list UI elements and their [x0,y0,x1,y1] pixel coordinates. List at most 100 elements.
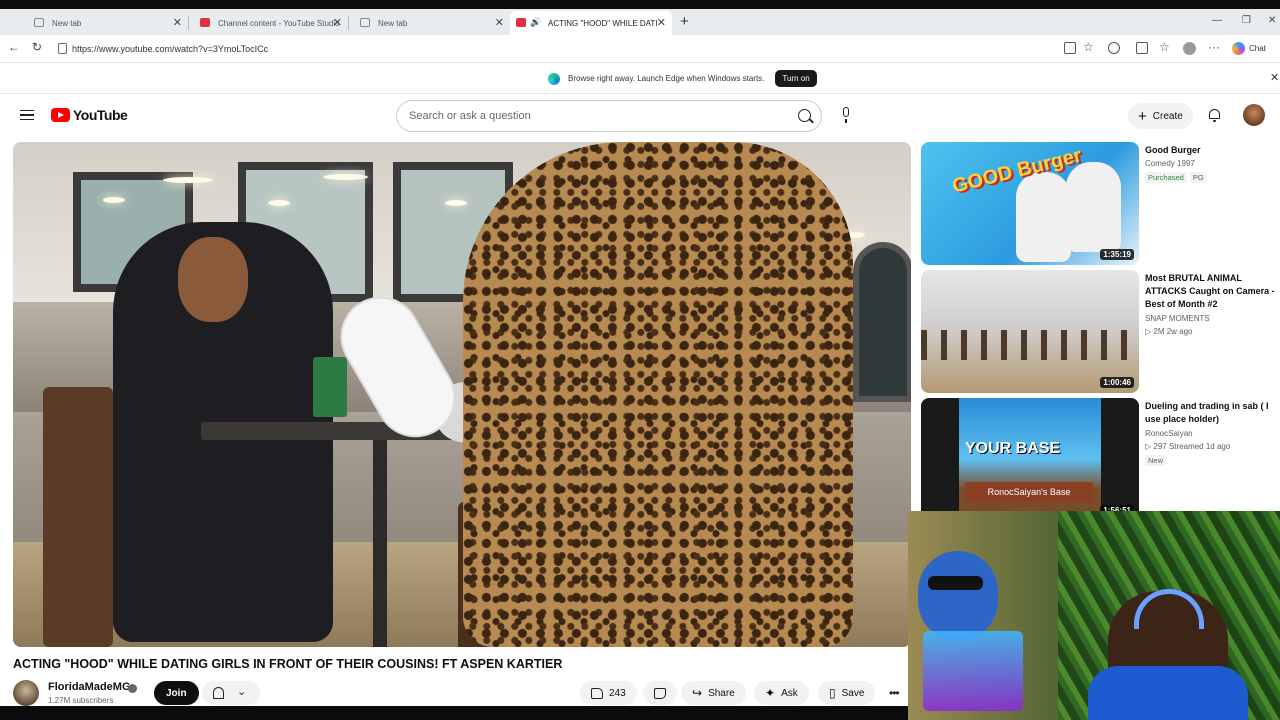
dislike-button[interactable] [643,681,677,705]
account-avatar[interactable] [1243,104,1265,126]
banner-message: Browse right away. Launch Edge when Wind… [568,74,765,83]
recommendation-tags: Purchased PG [1145,172,1210,183]
browser-profile-icon[interactable] [1183,42,1196,55]
thumbs-up-icon [591,687,603,699]
tab-label: ACTING "HOOD" WHILE DATI [548,18,658,28]
refresh-icon[interactable]: ↻ [32,40,42,54]
bottom-letterbox [0,706,908,720]
voice-search-mic-icon[interactable] [840,107,852,123]
apps-icon[interactable] [1064,42,1076,54]
share-button[interactable]: ↪ Share [681,681,746,705]
recommendation-item[interactable]: YOUR BASE RonocSaiyan's Base 1:56:51 Due… [921,398,1280,522]
video-thumbnail[interactable]: GOOD Burger 1:35:19 [921,142,1139,265]
youtube-logo[interactable]: YouTube [51,107,128,123]
thumbs-down-icon [654,687,666,699]
save-button[interactable]: ▯ Save [818,681,876,705]
notifications-bell-icon[interactable] [1208,108,1221,122]
recommendation-item[interactable]: 1:00:46 Most BRUTAL ANIMAL ATTACKS Caugh… [921,270,1280,394]
duration-badge: 1:35:19 [1100,249,1134,260]
favorite-star-icon[interactable]: ☆ [1083,40,1094,54]
split-screen-icon[interactable] [1136,42,1148,54]
address-row: ← ↻ https://www.youtube.com/watch?v=3Ymo… [0,35,1280,63]
close-icon[interactable]: ✕ [495,16,504,29]
ask-button[interactable]: ✦ Ask [754,681,809,705]
close-icon[interactable]: ✕ [333,16,342,29]
thumbnail-sign: RonocSaiyan's Base [965,482,1093,502]
minimize-icon[interactable]: — [1212,15,1222,26]
youtube-studio-icon [200,18,210,27]
close-icon[interactable]: ✕ [657,16,666,29]
subscriber-count: 1.27M subscribers [48,696,114,705]
search-input[interactable]: Search or ask a question [396,100,822,132]
search-placeholder: Search or ask a question [409,110,531,122]
video-thumbnail[interactable]: 1:00:46 [921,270,1139,393]
share-label: Share [708,687,735,699]
recommendation-channel[interactable]: RonocSaiyan [1145,429,1193,438]
copilot-chat-button[interactable]: Chat [1232,42,1266,55]
window-close-icon[interactable]: ✕ [1268,15,1276,26]
address-bar[interactable]: https://www.youtube.com/watch?v=3YmoLToc… [52,38,1102,60]
tab-label: Channel content - YouTube Studio [218,18,340,28]
recommendation-title[interactable]: Most BRUTAL ANIMAL ATTACKS Caught on Cam… [1145,272,1277,311]
new-tab-plus-icon[interactable]: + [680,13,689,30]
verified-icon [128,684,137,693]
banner-close-icon[interactable]: ✕ [1270,71,1279,84]
search-icon[interactable] [798,109,811,122]
site-info-icon[interactable] [58,43,67,54]
recommendation-title[interactable]: Good Burger [1145,144,1277,157]
thumbnail-text: YOUR BASE [965,440,1061,457]
purchased-tag: Purchased [1145,172,1187,183]
create-button[interactable]: + Create [1128,103,1193,129]
video-player[interactable] [13,142,911,647]
channel-row: FloridaMadeMG 1.27M subscribers Join ⌄ 2… [13,679,900,707]
recommendation-stats: ▷ 297 Streamed 1d ago [1145,442,1231,451]
hamburger-menu-icon[interactable] [20,110,34,120]
youtube-play-icon [51,108,70,122]
bookmark-icon: ▯ [829,686,836,700]
turn-on-button[interactable]: Turn on [775,70,817,87]
share-icon: ↪ [692,686,703,700]
save-label: Save [841,687,865,699]
rating-tag: PG [1189,172,1207,183]
url-text: https://www.youtube.com/watch?v=3YmoLToc… [72,44,269,54]
screen: New tab ✕ Channel content - YouTube Stud… [0,0,1280,720]
recommendation-item[interactable]: GOOD Burger 1:35:19 Good Burger Comedy 1… [921,142,1280,266]
favorites-icon[interactable]: ☆ [1159,40,1170,54]
tab-active-video[interactable]: 🔊 ACTING "HOOD" WHILE DATI ✕ [510,11,672,35]
subscription-bell-button[interactable]: ⌄ [202,681,260,705]
duration-badge: 1:00:46 [1100,377,1134,388]
chevron-down-icon: ⌄ [237,686,247,698]
chat-label: Chat [1249,44,1266,53]
maximize-icon[interactable]: ❐ [1242,15,1251,26]
plus-icon: + [1138,107,1147,125]
more-actions-icon[interactable]: ••• [889,686,900,700]
close-icon[interactable]: ✕ [173,16,182,29]
tab-youtube-studio[interactable]: Channel content - YouTube Studio ✕ [188,11,349,35]
more-menu-icon[interactable]: ··· [1208,40,1220,54]
create-label: Create [1152,110,1183,122]
recommendation-title[interactable]: Dueling and trading in sab ( I use place… [1145,400,1277,426]
edge-startup-banner: Browse right away. Launch Edge when Wind… [0,64,1280,94]
tab-strip: New tab ✕ Channel content - YouTube Stud… [0,9,1280,35]
bell-icon [213,687,224,699]
tab-new-tab-1[interactable]: New tab ✕ [22,11,189,35]
recommendation-channel[interactable]: SNAP MOMENTS [1145,314,1210,323]
copilot-icon [1232,42,1245,55]
extensions-icon[interactable] [1108,42,1120,54]
page-icon [34,18,44,27]
like-count: 243 [609,687,626,699]
video-thumbnail[interactable]: YOUR BASE RonocSaiyan's Base 1:56:51 [921,398,1139,521]
tab-label: New tab [52,18,82,28]
recommendation-meta: Comedy 1997 [1145,159,1195,168]
new-badge-row: New [1145,455,1169,466]
join-button[interactable]: Join [154,681,199,705]
tab-new-tab-2[interactable]: New tab ✕ [348,11,510,35]
channel-name[interactable]: FloridaMadeMG [48,681,131,693]
like-button[interactable]: 243 [580,681,637,705]
speaker-icon[interactable]: 🔊 [530,17,541,28]
tab-label: New tab [378,18,408,28]
back-arrow-icon[interactable]: ← [8,40,20,54]
channel-avatar[interactable] [13,680,39,706]
sparkle-icon: ✦ [765,686,776,700]
recommendation-stats: ▷ 2M 2w ago [1145,327,1193,336]
